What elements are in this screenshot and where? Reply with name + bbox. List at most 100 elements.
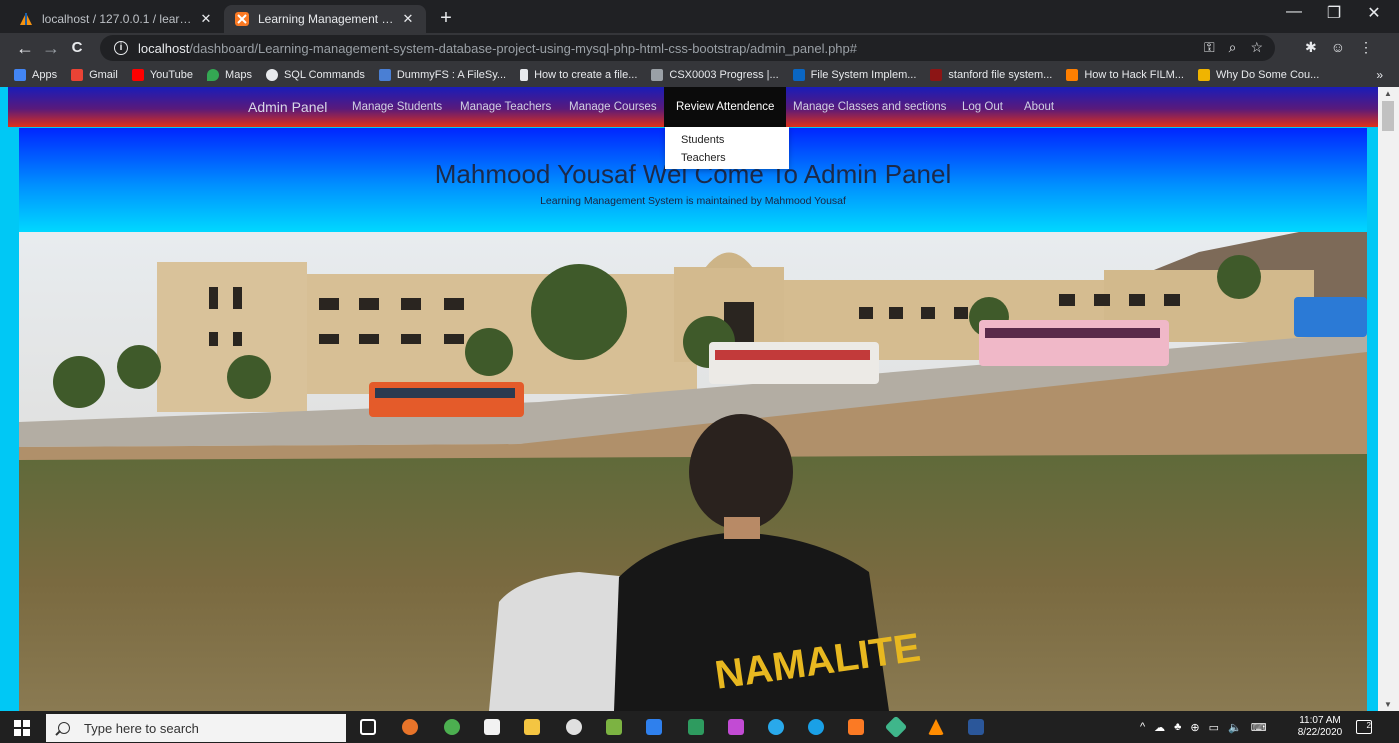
vscode-icon[interactable] — [646, 719, 662, 735]
new-tab-button[interactable]: + — [434, 7, 458, 30]
bookmarks-bar: Apps Gmail YouTube Maps SQL Commands Dum… — [0, 63, 1399, 87]
scroll-down-icon[interactable]: ▼ — [1384, 700, 1392, 709]
scrollbar-thumb[interactable] — [1382, 101, 1394, 131]
admin-navbar: Admin Panel Manage Students Manage Teach… — [8, 87, 1378, 127]
forward-button[interactable]: → — [40, 37, 62, 59]
network-icon[interactable]: ⊕ — [1190, 721, 1199, 734]
bookmark-stanford[interactable]: stanford file system... — [930, 69, 1052, 81]
tab-learning-management-system[interactable]: Learning Management System ✕ — [224, 5, 426, 33]
file-explorer-icon[interactable] — [524, 719, 540, 735]
reload-button[interactable]: C — [66, 37, 88, 59]
apps-grid-icon — [14, 69, 26, 81]
maps-pin-icon — [207, 69, 220, 81]
tab-title: Learning Management System — [258, 12, 400, 26]
url-host: localhost — [138, 40, 190, 56]
navbar-brand[interactable]: Admin Panel — [248, 99, 327, 115]
xampp-taskbar-icon[interactable] — [848, 719, 864, 735]
linkedin-icon — [792, 69, 805, 81]
sync-app-icon[interactable] — [402, 719, 418, 735]
nav-manage-courses[interactable]: Manage Courses — [569, 101, 657, 113]
close-window-button[interactable]: ✕ — [1354, 3, 1394, 23]
bookmark-maps[interactable]: Maps — [207, 69, 252, 81]
nav-log-out[interactable]: Log Out — [962, 101, 1003, 113]
bookmark-youtube[interactable]: YouTube — [131, 69, 193, 81]
close-icon[interactable]: ✕ — [400, 11, 416, 27]
close-icon[interactable]: ✕ — [198, 11, 214, 27]
settings-gear-icon[interactable] — [566, 719, 582, 735]
browser-toolbar: ← → C i localhost/dashboard/Learning-man… — [0, 33, 1399, 63]
system-tray: ^ ☁ ♣ ⊕ ▭ 🔈 ⌨ — [1140, 721, 1267, 734]
taskbar-search-box[interactable]: Type here to search — [46, 714, 346, 742]
store-icon[interactable] — [484, 719, 500, 735]
key-icon[interactable]: ⚿ — [1204, 39, 1215, 56]
keyboard-icon[interactable]: ⌨ — [1251, 721, 1267, 734]
powershell-icon[interactable] — [688, 719, 704, 735]
bookmark-gmail[interactable]: Gmail — [71, 69, 118, 81]
campus-photo: NAMALITE — [19, 232, 1367, 711]
nav-manage-classes[interactable]: Manage Classes and sections — [793, 101, 946, 113]
tray-app-icon[interactable]: ♣ — [1174, 721, 1181, 734]
file-icon — [520, 69, 529, 81]
profile-icon[interactable]: ☺ — [1331, 39, 1345, 56]
chrome-menu-icon[interactable]: ⋮ — [1359, 39, 1373, 56]
phpmyadmin-sail-icon — [20, 13, 32, 25]
bookmark-csx0003[interactable]: CSX0003 Progress |... — [651, 69, 779, 81]
address-bar[interactable]: i localhost/dashboard/Learning-managemen… — [100, 35, 1275, 61]
blogger-icon — [1066, 69, 1079, 81]
minimize-button[interactable]: — — [1274, 3, 1314, 21]
vlc-icon[interactable] — [928, 719, 944, 735]
windows-taskbar: Type here to search ^ ☁ ♣ ⊕ ▭ 🔈 ⌨ 11:07 … — [0, 711, 1399, 743]
globe-icon — [265, 69, 278, 81]
course-icon — [651, 69, 664, 81]
word-icon[interactable] — [968, 719, 984, 735]
bookmark-why-do-some[interactable]: Why Do Some Cou... — [1197, 69, 1319, 81]
tab-phpmyadmin[interactable]: localhost / 127.0.0.1 / learning m ✕ — [8, 5, 224, 33]
nav-manage-teachers[interactable]: Manage Teachers — [460, 101, 551, 113]
more-bookmarks-icon[interactable]: » — [1376, 68, 1383, 82]
dropdown-item-students[interactable]: Students — [665, 131, 789, 149]
task-view-icon[interactable] — [360, 719, 376, 735]
volume-icon[interactable]: 🔈 — [1228, 721, 1242, 734]
restore-button[interactable]: ❐ — [1314, 3, 1354, 23]
page-subtitle: Learning Management System is maintained… — [540, 195, 846, 207]
page-viewport: Admin Panel Manage Students Manage Teach… — [0, 87, 1378, 711]
taskbar-clock[interactable]: 11:07 AM 8/22/2020 — [1296, 715, 1344, 739]
scroll-up-icon[interactable]: ▲ — [1384, 89, 1392, 98]
bookmark-apps[interactable]: Apps — [14, 69, 57, 81]
show-hidden-icons[interactable]: ^ — [1140, 721, 1145, 734]
attendence-dropdown-menu: Students Teachers — [665, 127, 789, 169]
bookmark-create-file[interactable]: How to create a file... — [520, 69, 637, 81]
notification-count: 2 — [1366, 721, 1371, 730]
nav-about[interactable]: About — [1024, 101, 1054, 113]
site-info-icon[interactable]: i — [114, 41, 128, 55]
youtube-icon — [131, 69, 144, 81]
bookmark-sql-commands[interactable]: SQL Commands — [265, 69, 365, 81]
nav-review-attendence[interactable]: Review Attendence — [664, 87, 787, 127]
stanford-icon — [930, 69, 943, 81]
search-icon — [58, 722, 70, 734]
bookmark-star-icon[interactable]: ☆ — [1250, 39, 1263, 56]
zoom-icon[interactable]: ⌕ — [1229, 39, 1237, 56]
bookmark-icon — [1197, 69, 1210, 81]
clock-date: 8/22/2020 — [1297, 727, 1343, 738]
telegram-icon[interactable] — [768, 719, 784, 735]
notepad-icon[interactable] — [606, 719, 622, 735]
onedrive-icon[interactable]: ☁ — [1154, 721, 1165, 734]
bookmark-hack-film[interactable]: How to Hack FILM... — [1066, 69, 1184, 81]
dropdown-item-teachers[interactable]: Teachers — [665, 149, 789, 167]
windows-start-icon[interactable] — [14, 720, 30, 736]
nav-manage-students[interactable]: Manage Students — [352, 101, 442, 113]
tab-title: localhost / 127.0.0.1 / learning m — [42, 12, 198, 26]
extensions-puzzle-icon[interactable]: ✱ — [1305, 39, 1317, 56]
edge-icon[interactable] — [808, 719, 824, 735]
gmail-icon — [71, 69, 84, 81]
app-icon[interactable] — [728, 719, 744, 735]
git-icon[interactable] — [884, 715, 908, 739]
chrome-icon[interactable] — [444, 719, 460, 735]
notification-center-icon[interactable]: 2 — [1356, 720, 1372, 734]
bookmark-dummyfs[interactable]: DummyFS : A FileSy... — [378, 69, 506, 81]
page-scrollbar[interactable]: ▲ ▼ — [1378, 87, 1399, 711]
bookmark-file-system-implem[interactable]: File System Implem... — [792, 69, 916, 81]
battery-icon[interactable]: ▭ — [1209, 721, 1219, 734]
back-button[interactable]: ← — [14, 37, 36, 59]
